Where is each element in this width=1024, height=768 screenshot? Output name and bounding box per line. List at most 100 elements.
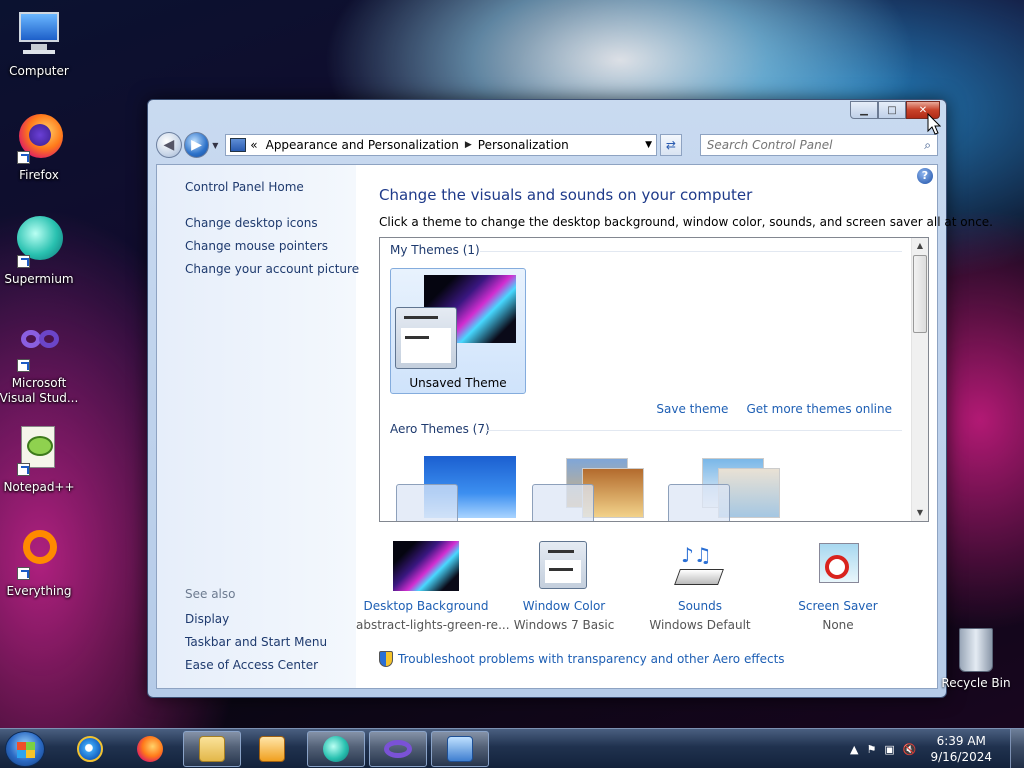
internet-explorer-icon: [77, 736, 103, 762]
theme-window-color-preview: [532, 484, 594, 521]
sidebar-change-account-picture[interactable]: Change your account picture: [185, 262, 359, 276]
sidebar-display[interactable]: Display: [185, 612, 229, 626]
network-icon[interactable]: ▣: [884, 743, 894, 756]
taskbar-control-panel[interactable]: [431, 731, 489, 767]
computer-icon: [13, 8, 65, 60]
show-desktop-button[interactable]: [1010, 729, 1024, 768]
theme-list: My Themes (1) Unsaved Theme Save theme G…: [379, 237, 929, 522]
group-divider: [486, 430, 902, 431]
volume-muted-icon[interactable]: 🔇: [903, 743, 917, 756]
sounds-icon: ♪♫: [667, 541, 733, 591]
aero-themes-header: Aero Themes (7): [390, 422, 490, 436]
screen-saver-icon: [805, 541, 871, 591]
desktop-icon-notepad-plus-plus[interactable]: Notepad++: [0, 424, 81, 495]
breadcrumb-overflow[interactable]: «: [250, 138, 257, 152]
taskbar-supermium[interactable]: [307, 731, 365, 767]
page-subtitle: Click a theme to change the desktop back…: [379, 215, 993, 229]
theme-unsaved[interactable]: Unsaved Theme: [390, 268, 526, 394]
theme-list-scrollbar[interactable]: ▲ ▼: [911, 238, 928, 521]
desktop-icon-supermium[interactable]: Supermium: [0, 216, 81, 287]
sidebar-taskbar-start-menu[interactable]: Taskbar and Start Menu: [185, 635, 327, 649]
theme-aero-architecture[interactable]: [530, 456, 670, 521]
window-color-option[interactable]: Window Color Windows 7 Basic: [494, 541, 634, 632]
desktop-background-option[interactable]: Desktop Background abstract-lights-green…: [356, 541, 510, 632]
troubleshoot-row: Troubleshoot problems with transparency …: [379, 651, 785, 667]
address-dropdown-icon[interactable]: ▼: [645, 140, 652, 150]
desktop-icon-label: Computer: [9, 64, 69, 78]
search-box[interactable]: ⌕: [699, 134, 938, 156]
folder-icon: [199, 736, 225, 762]
screen-saver-option[interactable]: Screen Saver None: [768, 541, 908, 632]
close-icon: ✕: [918, 104, 928, 116]
scroll-down-icon[interactable]: ▼: [912, 505, 928, 521]
taskbar-visual-studio[interactable]: [369, 731, 427, 767]
taskbar: ▲ ⚑ ▣ 🔇 6:39 AM 9/16/2024: [0, 728, 1024, 768]
sidebar-control-panel-home[interactable]: Control Panel Home: [185, 180, 304, 194]
sidebar-change-mouse-pointers[interactable]: Change mouse pointers: [185, 239, 328, 253]
address-bar[interactable]: « Appearance and Personalization ▶ Perso…: [225, 134, 658, 156]
desktop-icon-label: Microsoft Visual Stud...: [0, 376, 79, 405]
get-more-themes-link[interactable]: Get more themes online: [746, 402, 892, 416]
maximize-icon: □: [887, 104, 897, 116]
clock-date: 9/16/2024: [930, 750, 992, 764]
recent-pages-dropdown[interactable]: ▼: [209, 141, 221, 150]
search-icon[interactable]: ⌕: [924, 138, 931, 153]
desktop-icon-recycle-bin[interactable]: Recycle Bin: [940, 628, 1012, 690]
forward-arrow-icon: ▶: [191, 137, 202, 153]
theme-aero-characters[interactable]: [666, 456, 806, 521]
desktop-icon-label: Everything: [6, 584, 72, 598]
start-button[interactable]: [5, 731, 45, 767]
everything-icon: [13, 528, 65, 580]
help-icon[interactable]: ?: [917, 168, 933, 184]
personalization-window: ▁ □ ✕ ◀ ▶ ▼ « Appearance and Personaliza…: [147, 99, 993, 698]
scroll-thumb[interactable]: [913, 255, 927, 333]
main-panel: ? Change the visuals and sounds on your …: [356, 165, 993, 688]
sidebar-ease-of-access[interactable]: Ease of Access Center: [185, 658, 318, 672]
back-button[interactable]: ◀: [156, 132, 182, 158]
option-title[interactable]: Sounds: [630, 599, 770, 613]
notepad-plus-plus-icon: [13, 424, 65, 476]
breadcrumb-personalization[interactable]: Personalization: [478, 138, 569, 152]
option-value: abstract-lights-green-re...: [356, 618, 510, 632]
clock-time: 6:39 AM: [936, 734, 986, 748]
minimize-button[interactable]: ▁: [850, 101, 878, 119]
desktop-icon-everything[interactable]: Everything: [0, 528, 81, 599]
window-color-icon: [531, 541, 597, 591]
supermium-icon: [13, 216, 65, 268]
taskbar-firefox[interactable]: [121, 731, 179, 767]
theme-aero-windows[interactable]: [394, 456, 534, 521]
theme-name: Unsaved Theme: [409, 376, 507, 390]
breadcrumb-separator-icon[interactable]: ▶: [465, 140, 472, 150]
sounds-option[interactable]: ♪♫ Sounds Windows Default: [630, 541, 770, 632]
desktop-icon-visual-studio[interactable]: Microsoft Visual Stud...: [0, 320, 81, 406]
desktop-background-icon: [393, 541, 459, 591]
taskbar-media-player[interactable]: [243, 731, 301, 767]
taskbar-explorer[interactable]: [183, 731, 241, 767]
desktop-icon-computer[interactable]: Computer: [0, 8, 81, 79]
breadcrumb-appearance[interactable]: Appearance and Personalization: [266, 138, 459, 152]
maximize-button[interactable]: □: [878, 101, 906, 119]
scroll-up-icon[interactable]: ▲: [912, 238, 928, 254]
option-title[interactable]: Desktop Background: [356, 599, 496, 613]
sidebar-change-desktop-icons[interactable]: Change desktop icons: [185, 216, 318, 230]
desktop-icon-firefox[interactable]: Firefox: [0, 112, 81, 183]
refresh-button[interactable]: ⇄: [660, 134, 682, 156]
my-themes-header: My Themes (1): [390, 243, 480, 257]
search-input[interactable]: [706, 138, 925, 152]
clock[interactable]: 6:39 AM 9/16/2024: [930, 733, 992, 765]
control-panel-icon: [230, 138, 247, 152]
back-arrow-icon: ◀: [163, 137, 175, 153]
chevron-down-icon: ▼: [212, 140, 219, 150]
action-center-flag-icon[interactable]: ⚑: [866, 743, 876, 756]
show-hidden-icons-icon[interactable]: ▲: [850, 743, 858, 756]
desktop-icon-label: Firefox: [19, 168, 59, 182]
save-theme-link[interactable]: Save theme: [656, 402, 728, 416]
system-tray: ▲ ⚑ ▣ 🔇 6:39 AM 9/16/2024: [850, 729, 1024, 768]
option-title[interactable]: Screen Saver: [768, 599, 908, 613]
option-title[interactable]: Window Color: [494, 599, 634, 613]
option-value: None: [822, 618, 854, 632]
firefox-icon: [137, 736, 163, 762]
taskbar-internet-explorer[interactable]: [61, 731, 119, 767]
forward-button[interactable]: ▶: [183, 132, 210, 158]
troubleshoot-link[interactable]: Troubleshoot problems with transparency …: [398, 652, 785, 666]
